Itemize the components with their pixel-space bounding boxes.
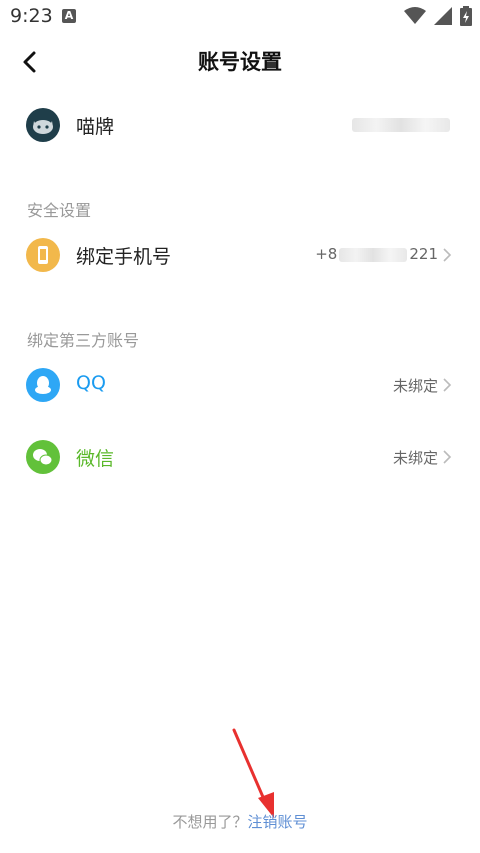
status-bar: 9:23 A	[0, 0, 480, 34]
system-icons	[404, 6, 472, 26]
bind-qq-row[interactable]: QQ 未绑定	[0, 354, 480, 418]
status-time: 9:23	[10, 5, 53, 27]
bind-wechat-row[interactable]: 微信 未绑定	[0, 426, 480, 490]
qq-label: QQ	[76, 372, 106, 394]
wechat-status: 未绑定	[392, 449, 438, 467]
profile-name: 喵牌	[76, 116, 115, 138]
chevron-right-icon	[443, 378, 452, 392]
qq-status: 未绑定	[392, 377, 438, 395]
chevron-right-icon	[443, 450, 452, 464]
qq-icon	[26, 368, 60, 402]
profile-row[interactable]: 喵牌	[0, 94, 480, 158]
phone-number-prefix: +8	[315, 245, 338, 263]
annotation-arrow-icon	[232, 728, 274, 818]
wechat-label: 微信	[76, 448, 115, 470]
wechat-icon	[26, 440, 60, 474]
phone-number-suffix: 221	[409, 245, 438, 263]
security-section-title: 安全设置	[27, 201, 92, 220]
notification-a-icon: A	[62, 9, 76, 23]
footer: 不想用了？注销账号	[0, 811, 480, 832]
phone-icon	[26, 238, 60, 272]
phone-number: +8 221	[315, 245, 438, 263]
signal-icon	[434, 7, 452, 25]
battery-icon	[460, 6, 472, 26]
bind-phone-label: 绑定手机号	[76, 246, 172, 268]
footer-question: 不想用了？	[172, 813, 248, 831]
avatar	[26, 108, 60, 142]
chevron-right-icon	[443, 248, 452, 262]
app-header: 账号设置	[0, 34, 480, 90]
bind-phone-row[interactable]: 绑定手机号 +8 221	[0, 224, 480, 288]
page-title: 账号设置	[198, 50, 282, 74]
third-party-section-title: 绑定第三方账号	[27, 331, 140, 350]
wifi-icon	[404, 7, 426, 24]
delete-account-link[interactable]: 注销账号	[248, 813, 308, 831]
profile-id-redacted	[352, 115, 450, 133]
